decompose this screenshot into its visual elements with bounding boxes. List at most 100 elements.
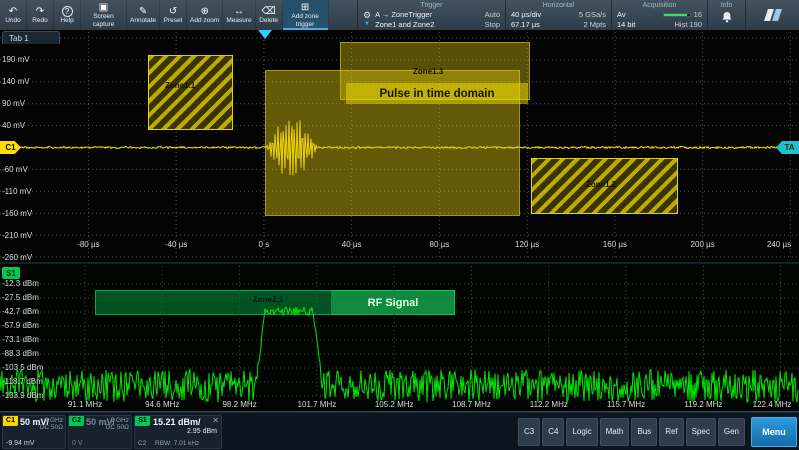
channel-c2-box[interactable]: C250 mV/2 GHzDC 50Ω0 V: [68, 415, 132, 449]
help-icon: ?: [62, 6, 73, 17]
add-zone-trigger-button[interactable]: ⊞Add zone trigger: [283, 0, 329, 30]
eraser-icon: ⌫: [262, 6, 276, 17]
tab-1[interactable]: Tab 1: [2, 31, 60, 44]
trigger-mode[interactable]: Auto: [485, 10, 500, 19]
delete-label: Delete: [259, 17, 278, 24]
spectrum-x-tick: 112.2 MHz: [530, 400, 568, 409]
s1-tab: S1: [135, 416, 150, 426]
acquisition-mode[interactable]: Av: [617, 10, 653, 19]
spectrum-x-tick: 115.7 MHz: [607, 400, 645, 409]
undo-label: Undo: [5, 17, 21, 24]
annotate-button[interactable]: ✎Annotate: [127, 0, 160, 30]
delete-button[interactable]: ⌫Delete: [256, 0, 283, 30]
spectrum-s1-badge[interactable]: S1: [2, 267, 20, 279]
bell-icon[interactable]: [713, 12, 740, 23]
acquisition-panel[interactable]: Acquisition Av 16 14 bit Hist 190: [611, 0, 707, 30]
measure-button[interactable]: ↔Measure: [223, 0, 255, 30]
trigger-position-marker-icon[interactable]: [258, 30, 272, 39]
toolbar-spacer: [329, 0, 357, 30]
annotate-label: Annotate: [130, 17, 156, 24]
channel-meta: 2 GHzDC 50Ω: [40, 417, 63, 431]
zone-1-2-label: Zone1.2: [586, 180, 616, 189]
s1-level: 2.95 dBm: [187, 428, 217, 435]
trigger-logic[interactable]: Zone1 and Zone2: [375, 20, 474, 29]
channel-bandwidth: 2 GHz: [106, 417, 129, 424]
spectrum-x-tick: 91.1 MHz: [68, 400, 102, 409]
help-button[interactable]: ?Help: [54, 0, 81, 30]
ref-button[interactable]: Ref: [659, 418, 683, 446]
spectrum-x-tick: 122.4 MHz: [753, 400, 792, 409]
channel-coupling: DC 50Ω: [106, 424, 129, 431]
spectrum-s1-box[interactable]: S1 15.21 dBm/ ✕ 2.95 dBm C2 RBW: 7.01 kH…: [134, 415, 222, 449]
spectrum-annotation-label: RF Signal: [331, 290, 455, 315]
s1-source: C2: [138, 440, 146, 447]
dropdown-arrow-icon[interactable]: ▼: [364, 21, 370, 28]
measure-label: Measure: [226, 17, 251, 24]
spectrum-x-tick: 119.2 MHz: [684, 400, 722, 409]
help-label: Help: [60, 17, 73, 24]
measure-icon: ↔: [234, 6, 244, 17]
time-x-tick: -40 µs: [165, 240, 187, 249]
logic-button[interactable]: Logic: [566, 418, 597, 446]
zone-1-1-label: Zone1.1: [165, 81, 195, 90]
channel-c1-box[interactable]: C150 mV/2 GHzDC 50Ω-9.94 mV: [2, 415, 66, 449]
add-zoom-button[interactable]: ⊕Add zoom: [187, 0, 223, 30]
time-x-tick: 80 µs: [430, 240, 450, 249]
undo-button[interactable]: ↶Undo: [0, 0, 27, 30]
trigger-panel[interactable]: Trigger ⚙ ▼ A → ZoneTrigger Auto Zone1 a…: [357, 0, 505, 30]
preset-button[interactable]: ↺Preset: [160, 0, 187, 30]
gen-button[interactable]: Gen: [718, 418, 745, 446]
time-x-tick: 40 µs: [342, 240, 362, 249]
s1-rbw: RBW: 7.01 kHz: [155, 440, 199, 447]
c4-button[interactable]: C4: [542, 418, 564, 446]
math-button[interactable]: Math: [600, 418, 630, 446]
rohde-schwarz-logo: [745, 0, 799, 30]
horizontal-scale[interactable]: 40 µs/div: [511, 10, 569, 19]
horizontal-position[interactable]: 67.17 µs: [511, 20, 569, 29]
time-x-tick: 0 s: [259, 240, 270, 249]
add-zoom-label: Add zoom: [190, 17, 219, 24]
time-x-tick: 160 µs: [603, 240, 627, 249]
gear-icon[interactable]: ⚙: [363, 11, 371, 20]
history-count[interactable]: Hist 190: [663, 20, 702, 29]
time-x-tick: 200 µs: [691, 240, 715, 249]
time-x-tick: 120 µs: [515, 240, 539, 249]
trigger-source[interactable]: A → ZoneTrigger: [375, 10, 474, 19]
oscilloscope-app: ↶Undo↷Redo?Help▣Screen capture✎Annotate↺…: [0, 0, 799, 450]
trigger-panel-title: Trigger: [363, 1, 500, 10]
trigger-panel-body: ⚙ ▼ A → ZoneTrigger Auto Zone1 and Zone2…: [363, 10, 500, 29]
average-progress-bar: [663, 13, 691, 17]
trigger-run-state[interactable]: Stop: [485, 20, 500, 29]
zone-plus-icon: ⊞: [301, 2, 309, 13]
screen-capture-label: Screen capture: [84, 13, 123, 27]
redo-button[interactable]: ↷Redo: [27, 0, 54, 30]
spectrum-trace-svg: [0, 264, 799, 412]
spec-button[interactable]: Spec: [686, 418, 716, 446]
horizontal-panel[interactable]: Horizontal 40 µs/div 5 GSa/s 67.17 µs 2 …: [505, 0, 611, 30]
camera-icon: ▣: [99, 2, 108, 13]
zone-1-1[interactable]: [148, 55, 233, 130]
channel-offset: -9.94 mV: [6, 440, 34, 447]
channel-tab: C1: [3, 416, 18, 426]
spectrum-x-axis-labels: 91.1 MHz94.6 MHz98.2 MHz101.7 MHz105.2 M…: [0, 400, 799, 411]
bus-button[interactable]: Bus: [631, 418, 657, 446]
horizontal-panel-title: Horizontal: [511, 1, 606, 10]
average-progress: 16: [663, 10, 702, 19]
c3-button[interactable]: C3: [518, 418, 540, 446]
resolution: 14 bit: [617, 20, 653, 29]
undo-icon: ↶: [9, 6, 17, 17]
close-icon[interactable]: ✕: [212, 416, 219, 425]
time-domain-chart: Pulse in time domain Zone1.1 Zone1.3 Zon…: [0, 30, 799, 262]
zone-1-3-label: Zone1.3: [413, 67, 443, 76]
spectrum-x-tick: 105.2 MHz: [375, 400, 414, 409]
status-bar: C150 mV/2 GHzDC 50Ω-9.94 mVC250 mV/2 GHz…: [0, 412, 799, 450]
info-panel[interactable]: Info: [707, 0, 745, 30]
screen-capture-button[interactable]: ▣Screen capture: [81, 0, 127, 30]
sample-rate: 5 GSa/s: [579, 10, 606, 19]
zone-2-1-label: Zone2.1: [253, 295, 283, 304]
menu-button[interactable]: Menu: [751, 417, 797, 447]
channel-tab: C2: [69, 416, 84, 426]
time-x-tick: -80 µs: [77, 240, 99, 249]
horizontal-settings: 40 µs/div 5 GSa/s 67.17 µs 2 Mpts: [511, 10, 606, 29]
trigger-settings: A → ZoneTrigger Auto Zone1 and Zone2 Sto…: [375, 10, 500, 29]
